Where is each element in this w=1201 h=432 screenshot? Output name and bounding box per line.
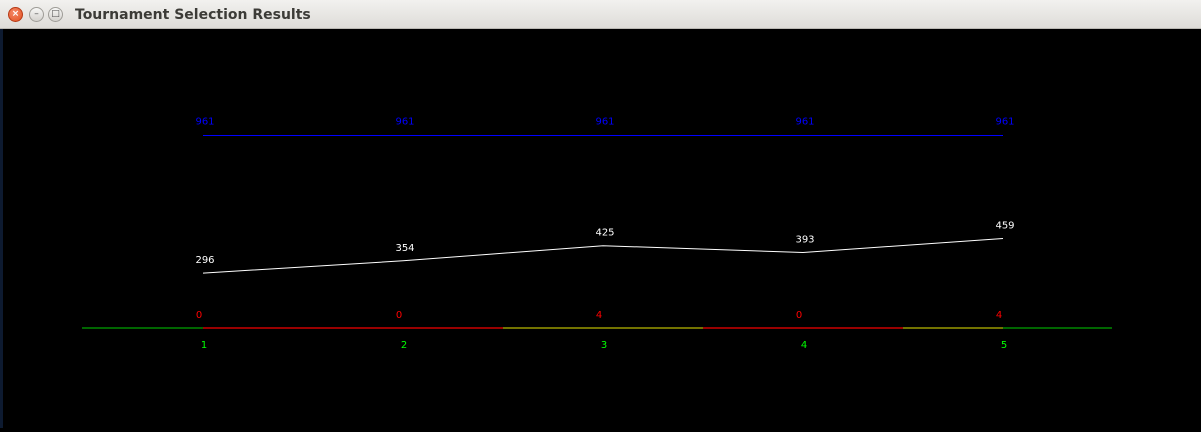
middle-data-label: 354 xyxy=(395,243,414,254)
middle-series-line xyxy=(202,238,1004,274)
close-icon[interactable]: × xyxy=(8,7,23,22)
middle-data-label: 296 xyxy=(195,255,214,266)
bottom-data-label: 4 xyxy=(596,310,602,321)
bottom-data-label: 0 xyxy=(396,310,402,321)
top-data-label: 961 xyxy=(395,117,414,128)
chart-canvas: 961 961 961 961 961 296 354 425 393 459 0 0 4 0 4 1 2 3 4 5 xyxy=(0,29,1201,428)
maximize-icon[interactable]: □ xyxy=(48,7,63,22)
chart: 961 961 961 961 961 296 354 425 393 459 0 0 4 0 4 1 2 3 4 5 xyxy=(82,117,1112,351)
middle-data-label: 393 xyxy=(795,234,814,245)
minimize-icon[interactable]: – xyxy=(29,7,44,22)
bottom-data-label: 0 xyxy=(796,310,802,321)
top-data-label: 961 xyxy=(995,117,1014,128)
x-tick-label: 4 xyxy=(801,340,807,351)
window-title: Tournament Selection Results xyxy=(75,7,311,23)
top-data-label: 961 xyxy=(795,117,814,128)
title-bar[interactable]: × – □ Tournament Selection Results xyxy=(0,0,1201,29)
top-data-label: 961 xyxy=(595,117,614,128)
app-window: × – □ Tournament Selection Results 961 96… xyxy=(0,0,1201,428)
x-tick-label: 5 xyxy=(1001,340,1007,351)
x-tick-label: 3 xyxy=(601,340,607,351)
bottom-data-label: 0 xyxy=(196,310,202,321)
middle-data-label: 459 xyxy=(995,220,1014,231)
bottom-data-label: 4 xyxy=(996,310,1002,321)
x-tick-label: 1 xyxy=(201,340,207,351)
middle-data-label: 425 xyxy=(595,228,614,239)
x-tick-label: 2 xyxy=(401,340,407,351)
top-data-label: 961 xyxy=(195,117,214,128)
